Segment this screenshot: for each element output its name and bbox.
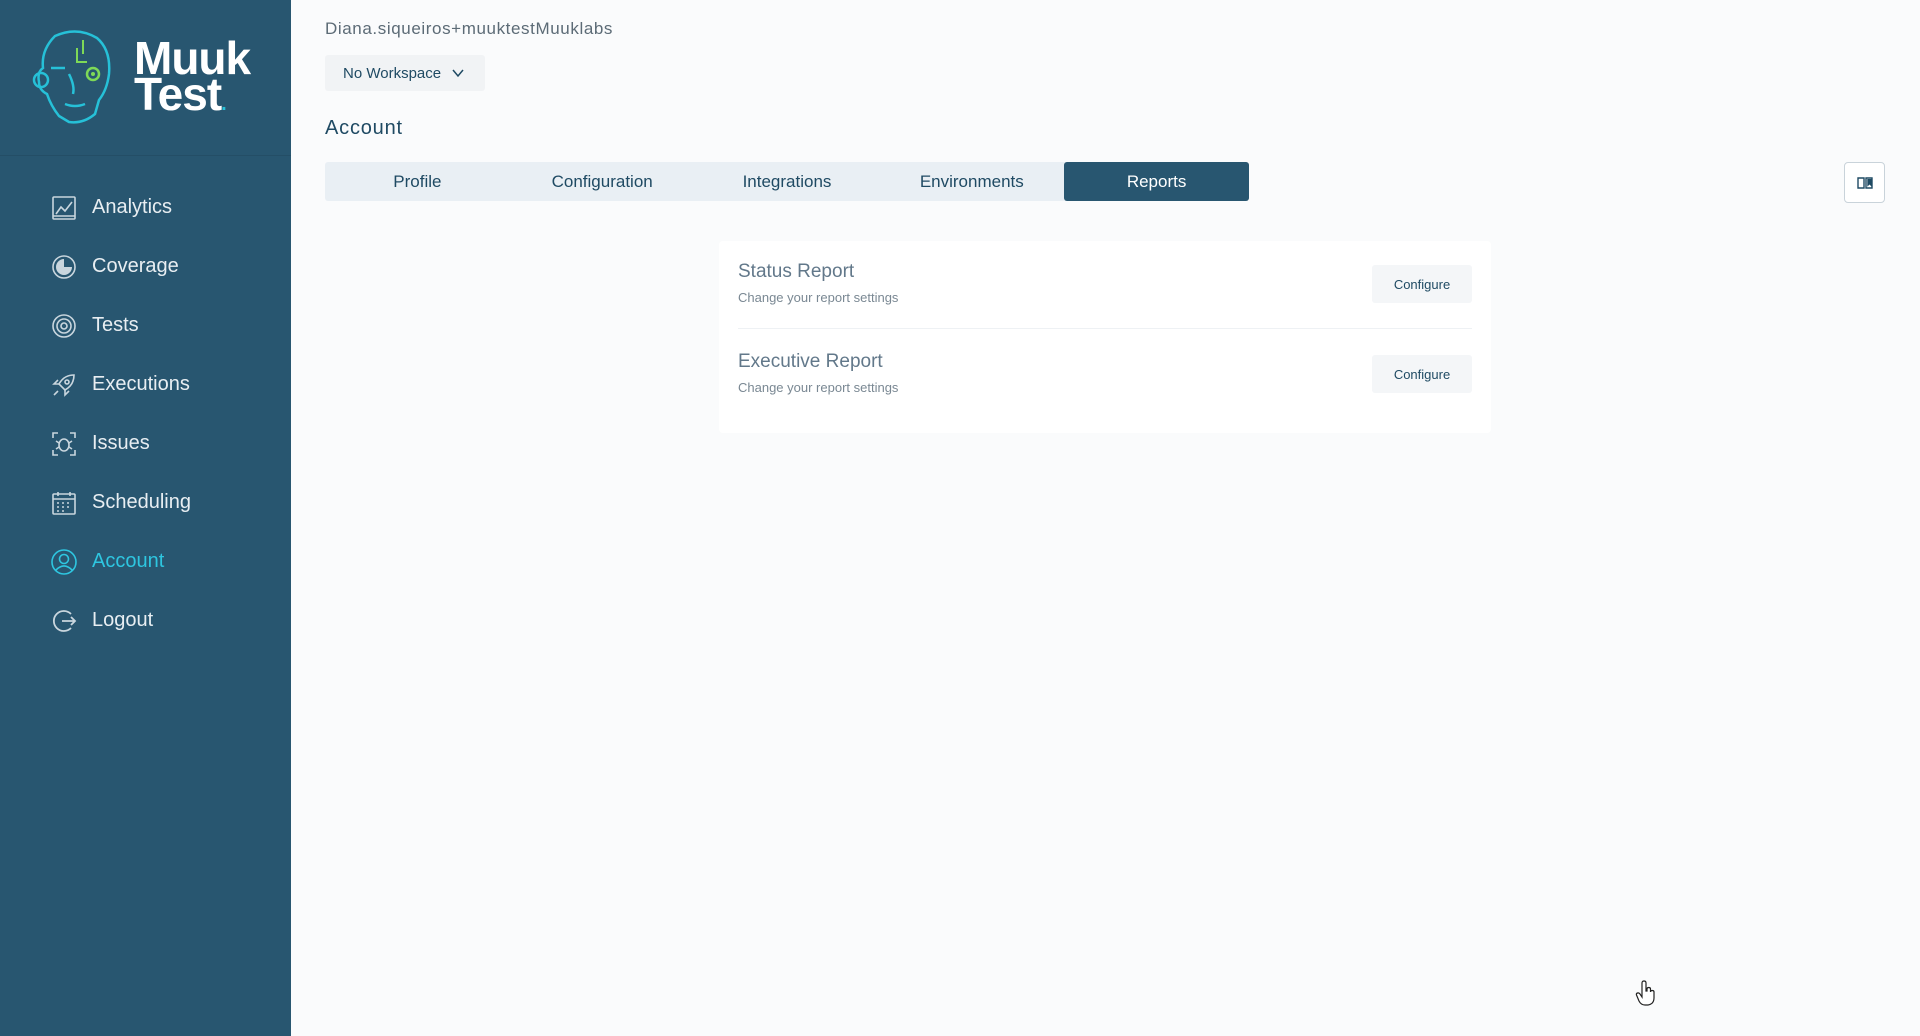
sidebar-nav: Analytics Coverage Tests Executions Issu… — [0, 178, 291, 650]
reports-card: Status Report Change your report setting… — [719, 241, 1491, 433]
configure-status-report-button[interactable]: Configure — [1372, 265, 1472, 303]
sidebar-item-label: Scheduling — [92, 491, 191, 513]
logout-icon — [52, 609, 77, 632]
logo-face-icon — [32, 30, 111, 124]
report-subtitle: Change your report settings — [738, 380, 899, 395]
report-row-executive: Executive Report Change your report sett… — [738, 331, 1472, 419]
main-content: Diana.siqueiros+muuktestMuuklabs No Work… — [291, 0, 1920, 1036]
workspace-dropdown[interactable]: No Workspace — [325, 55, 485, 91]
sidebar-item-analytics[interactable]: Analytics — [0, 178, 291, 237]
analytics-icon — [52, 195, 76, 220]
sidebar-item-account[interactable]: Account — [0, 532, 291, 591]
user-email: Diana.siqueiros+muuktestMuuklabs — [325, 19, 614, 38]
rocket-icon — [52, 373, 75, 397]
logo[interactable]: Muuk Test. — [0, 0, 291, 156]
logo-wordmark: Muuk Test. — [134, 32, 251, 120]
bug-icon — [52, 431, 76, 456]
hand-cursor-icon — [1635, 980, 1655, 1006]
calendar-icon — [52, 491, 76, 515]
sidebar-item-scheduling[interactable]: Scheduling — [0, 473, 291, 532]
page-title: Account — [325, 117, 403, 139]
workspace-label: No Workspace — [343, 64, 442, 82]
tab-environments[interactable]: Environments — [879, 162, 1064, 201]
sidebar-item-label: Executions — [92, 373, 190, 395]
sidebar-item-coverage[interactable]: Coverage — [0, 237, 291, 296]
chevron-down-icon — [452, 69, 464, 78]
book-icon — [1856, 176, 1873, 189]
tests-icon — [52, 313, 76, 338]
sidebar-item-issues[interactable]: Issues — [0, 414, 291, 473]
sidebar-item-label: Logout — [92, 609, 154, 631]
tab-integrations[interactable]: Integrations — [695, 162, 880, 201]
sidebar-item-label: Analytics — [92, 196, 173, 218]
sidebar-item-logout[interactable]: Logout — [0, 591, 291, 650]
report-subtitle: Change your report settings — [738, 290, 899, 305]
report-row-status: Status Report Change your report setting… — [738, 241, 1472, 329]
user-icon — [51, 548, 77, 575]
sidebar-item-label: Coverage — [92, 255, 179, 277]
guide-button[interactable] — [1844, 162, 1885, 203]
sidebar: Muuk Test. Analytics Coverage Tests Exec… — [0, 0, 291, 1036]
sidebar-item-label: Tests — [92, 314, 139, 336]
configure-executive-report-button[interactable]: Configure — [1372, 355, 1472, 393]
account-tabs: Profile Configuration Integrations Envir… — [325, 162, 1249, 201]
sidebar-item-executions[interactable]: Executions — [0, 355, 291, 414]
sidebar-item-tests[interactable]: Tests — [0, 296, 291, 355]
tab-profile[interactable]: Profile — [325, 162, 510, 201]
sidebar-item-label: Account — [92, 550, 165, 572]
report-title: Status Report — [738, 261, 855, 282]
sidebar-item-label: Issues — [92, 432, 150, 454]
tab-reports[interactable]: Reports — [1064, 162, 1249, 201]
coverage-icon — [52, 254, 76, 279]
report-title: Executive Report — [738, 351, 883, 372]
tab-configuration[interactable]: Configuration — [510, 162, 695, 201]
